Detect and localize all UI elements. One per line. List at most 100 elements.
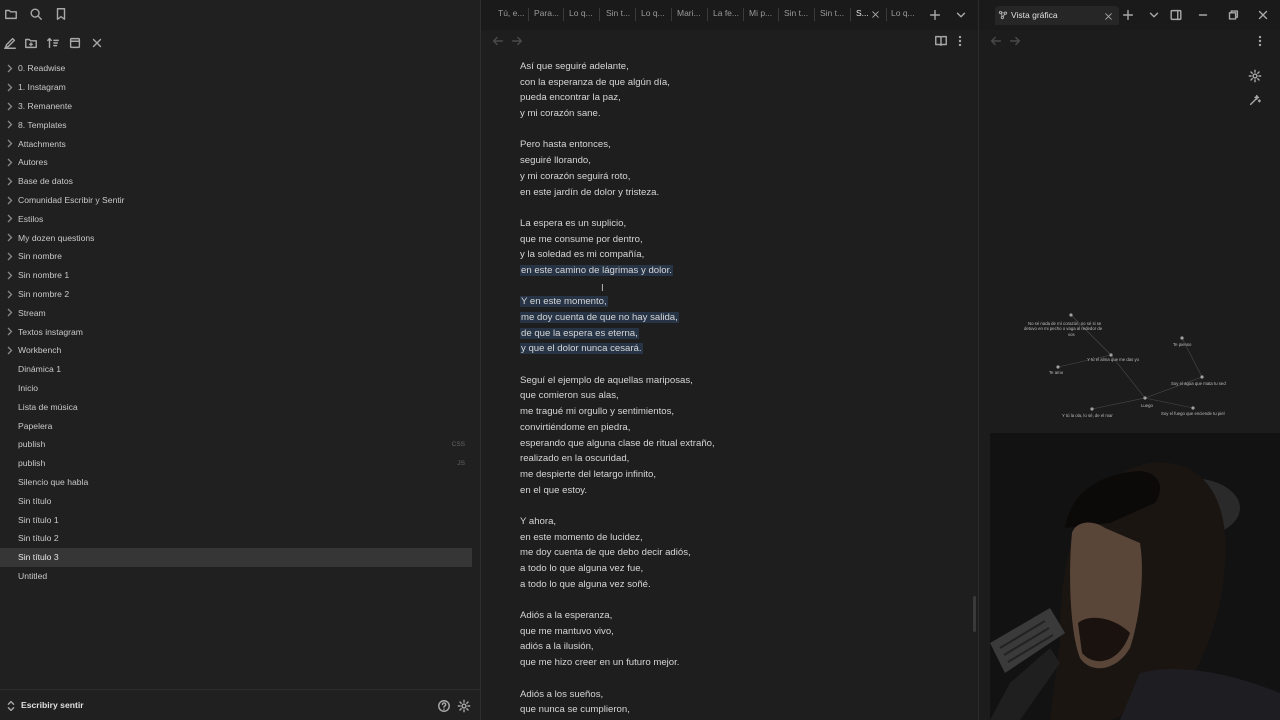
text-line[interactable]: a todo lo que alguna vez fue, xyxy=(520,561,950,577)
tab[interactable]: Sin t... xyxy=(784,8,808,18)
text-line[interactable]: me despierte del letargo infinito, xyxy=(520,467,950,483)
back-arrow-icon[interactable] xyxy=(987,32,1005,50)
file-item[interactable]: Dinámica 1 xyxy=(0,360,481,379)
graph-canvas[interactable]: No sé nada de mí corazón, no sé si se de… xyxy=(991,300,1280,432)
text-line[interactable]: y mi corazón seguirá roto, xyxy=(520,169,950,185)
graph-settings-gear-icon[interactable] xyxy=(1246,67,1264,85)
text-line[interactable]: pueda encontrar la paz, xyxy=(520,90,950,106)
note-content[interactable]: Así que seguiré adelante, con la esperanz… xyxy=(520,59,950,718)
tab[interactable]: Lo q... xyxy=(569,8,593,18)
new-note-icon[interactable] xyxy=(1,34,19,52)
text-line[interactable]: convirtiéndome en piedra, xyxy=(520,420,950,436)
text-line[interactable]: adiós a la ilusión, xyxy=(520,639,950,655)
file-item[interactable]: Papelera xyxy=(0,416,481,435)
text-line[interactable]: Pero hasta entonces, xyxy=(520,137,950,153)
folder-item[interactable]: 8. Templates xyxy=(0,115,481,134)
text-line[interactable]: Seguí el ejemplo de aquellas mariposas, xyxy=(520,373,950,389)
file-item-active[interactable]: Sin título 3 xyxy=(0,547,472,567)
blank-line[interactable] xyxy=(520,357,950,373)
forward-arrow-icon[interactable] xyxy=(508,32,526,50)
text-line[interactable]: con la esperanza de que algún día, xyxy=(520,75,950,91)
folder-item[interactable]: Workbench xyxy=(0,341,481,360)
sort-icon[interactable] xyxy=(44,34,62,52)
minimize-window-icon[interactable] xyxy=(1194,6,1212,24)
tab[interactable]: Sin t... xyxy=(606,8,630,18)
text-line[interactable]: que me mantuvo vivo, xyxy=(520,624,950,640)
blank-line[interactable] xyxy=(520,122,950,138)
text-line[interactable]: me doy cuenta de que debo decir adiós, xyxy=(520,545,950,561)
tab[interactable]: Para... xyxy=(534,8,559,18)
text-line[interactable]: de que la espera es eterna, xyxy=(520,326,950,342)
more-options-icon[interactable] xyxy=(951,32,969,50)
text-line[interactable]: que me consume por dentro, xyxy=(520,232,950,248)
vault-name[interactable]: Escribiry sentir xyxy=(21,700,84,710)
blank-line[interactable] xyxy=(520,498,950,514)
tab[interactable]: Mari... xyxy=(677,8,701,18)
folder-item[interactable]: Estilos xyxy=(0,209,481,228)
new-tab-plus-icon[interactable] xyxy=(926,6,944,24)
blank-line[interactable] xyxy=(520,592,950,608)
folder-item[interactable]: 0. Readwise xyxy=(0,59,481,78)
tab[interactable]: Lo q... xyxy=(891,8,915,18)
close-tab-icon[interactable] xyxy=(869,7,881,21)
text-line[interactable]: me tragué mi orgullo y sentimientos, xyxy=(520,404,950,420)
text-line[interactable]: y la soledad es mi compañía, xyxy=(520,247,950,263)
settings-gear-icon[interactable] xyxy=(455,697,473,715)
file-item[interactable]: Lista de música xyxy=(0,397,481,416)
folder-item[interactable]: My dozen questions xyxy=(0,228,481,247)
collapse-all-icon[interactable] xyxy=(88,34,106,52)
files-icon[interactable] xyxy=(2,5,20,23)
folder-item[interactable]: Comunidad Escribir y Sentir xyxy=(0,191,481,210)
editor-scrollbar[interactable] xyxy=(973,596,976,632)
back-arrow-icon[interactable] xyxy=(489,32,507,50)
folder-item[interactable]: Autores xyxy=(0,153,481,172)
text-line[interactable]: La espera es un suplicio, xyxy=(520,216,950,232)
tab[interactable]: Mi p... xyxy=(749,8,772,18)
tab-graph-view[interactable]: Vista gráfica xyxy=(995,6,1119,25)
tab-list-chevron-down-icon[interactable] xyxy=(952,6,970,24)
bookmark-icon[interactable] xyxy=(52,5,70,23)
text-line[interactable]: Adiós a la esperanza, xyxy=(520,608,950,624)
folder-item[interactable]: Textos instagram xyxy=(0,322,481,341)
text-line[interactable]: que me hizo creer en un futuro mejor. xyxy=(520,655,950,671)
file-item[interactable]: Untitled xyxy=(0,567,481,586)
file-item[interactable]: publish JS xyxy=(0,454,481,473)
file-item[interactable]: Sin título 1 xyxy=(0,510,481,529)
text-line[interactable]: Y ahora, xyxy=(520,514,950,530)
tab-list-chevron-down-icon[interactable] xyxy=(1145,6,1163,24)
file-item[interactable]: Silencio que habla xyxy=(0,473,481,492)
restore-window-icon[interactable] xyxy=(1224,6,1242,24)
text-line[interactable]: a todo lo que alguna vez soñé. xyxy=(520,577,950,593)
text-line[interactable]: en este jardín de dolor y tristeza. xyxy=(520,185,950,201)
folder-item[interactable]: Sin nombre xyxy=(0,247,481,266)
folder-item[interactable]: Sin nombre 1 xyxy=(0,266,481,285)
text-line[interactable]: Y en este momento, xyxy=(520,294,950,310)
folder-item[interactable]: 3. Remanente xyxy=(0,97,481,116)
forward-arrow-icon[interactable] xyxy=(1006,32,1024,50)
help-icon[interactable] xyxy=(435,697,453,715)
text-line[interactable]: Así que seguiré adelante, xyxy=(520,59,950,75)
reading-view-book-icon[interactable] xyxy=(932,32,950,50)
text-line[interactable]: Adiós a los sueños, xyxy=(520,687,950,703)
search-icon[interactable] xyxy=(27,5,45,23)
tab[interactable]: La fe... xyxy=(713,8,739,18)
blank-line[interactable] xyxy=(520,279,950,295)
new-tab-plus-icon[interactable] xyxy=(1119,6,1137,24)
collapse-icon[interactable] xyxy=(66,34,84,52)
folder-item[interactable]: Stream xyxy=(0,303,481,322)
tab-active[interactable]: S... xyxy=(856,8,869,18)
tab[interactable]: Tú, e... xyxy=(498,8,524,18)
file-item[interactable]: Sin título 2 xyxy=(0,529,481,548)
vault-switch-icon[interactable] xyxy=(2,697,20,715)
text-line[interactable]: en el que estoy. xyxy=(520,483,950,499)
text-line[interactable]: que nunca se cumplieron, xyxy=(520,702,950,718)
close-tab-icon[interactable] xyxy=(1099,7,1117,25)
new-folder-icon[interactable] xyxy=(22,34,40,52)
folder-item[interactable]: 1. Instagram xyxy=(0,78,481,97)
text-line[interactable]: en este momento de lucidez, xyxy=(520,530,950,546)
file-item[interactable]: Sin título xyxy=(0,491,481,510)
text-line[interactable]: y que el dolor nunca cesará. xyxy=(520,341,950,357)
text-line[interactable]: realizado en la oscuridad, xyxy=(520,451,950,467)
folder-item[interactable]: Attachments xyxy=(0,134,481,153)
blank-line[interactable] xyxy=(520,671,950,687)
